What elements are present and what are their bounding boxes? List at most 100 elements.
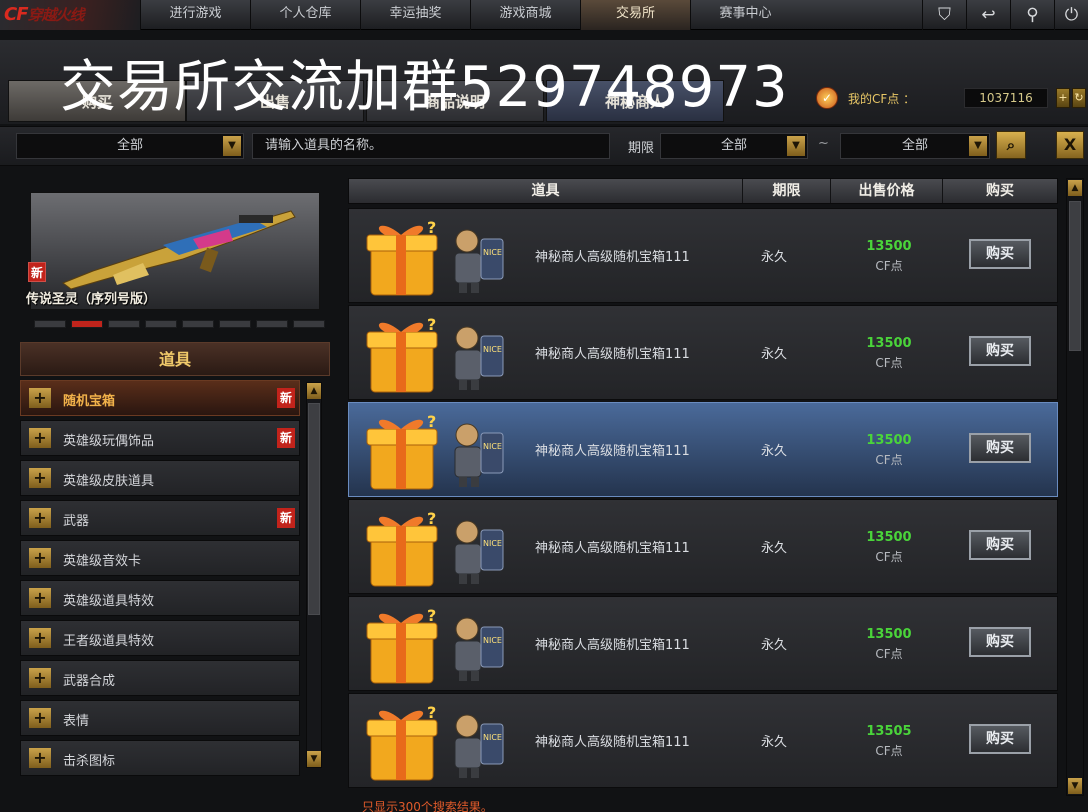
period-from-select[interactable]: 全部 ▼ (660, 133, 808, 159)
item-name: 神秘商人高级随机宝箱111 (535, 444, 690, 459)
category-item-label: 英雄级皮肤道具 (63, 474, 155, 489)
banner-page-dot[interactable] (293, 320, 325, 328)
scroll-thumb[interactable] (1069, 201, 1081, 351)
banner-page-dot[interactable] (71, 320, 103, 328)
mystery-box-image: ? NICE (366, 412, 504, 490)
category-item[interactable]: + 武器 新 (20, 500, 300, 536)
item-price: 13500 (866, 239, 912, 254)
shield-icon[interactable]: ⛉ (922, 0, 966, 30)
category-select[interactable]: 全部 ▼ (16, 133, 244, 159)
plus-icon[interactable]: + (29, 428, 51, 448)
category-item[interactable]: + 王者级道具特效 (20, 620, 300, 656)
category-item[interactable]: + 英雄级皮肤道具 (20, 460, 300, 496)
item-price: 13500 (866, 530, 912, 545)
nav-item-events[interactable]: 赛事中心 (690, 0, 800, 30)
buy-button[interactable]: 购买 (969, 336, 1031, 366)
svg-text:?: ? (427, 218, 436, 237)
category-item[interactable]: + 武器合成 (20, 660, 300, 696)
buy-button[interactable]: 购买 (969, 627, 1031, 657)
add-cf-button[interactable]: + (1056, 88, 1070, 108)
nav-item-warehouse[interactable]: 个人仓库 (250, 0, 360, 30)
table-row[interactable]: ? NICE 神秘商人高级随机宝箱111 永久 13505 CF点 购买 (348, 693, 1058, 788)
category-scrollbar[interactable]: ▲ ▼ (306, 382, 322, 768)
svg-text:?: ? (427, 606, 436, 625)
column-header-period: 期限 (743, 179, 831, 203)
item-name: 神秘商人高级随机宝箱111 (535, 638, 690, 653)
scroll-thumb[interactable] (308, 403, 320, 615)
result-limit-note: 只显示300个搜索结果。 (362, 800, 493, 812)
item-period: 永久 (761, 541, 788, 556)
plus-icon[interactable]: + (29, 388, 51, 408)
buy-button[interactable]: 购买 (969, 239, 1031, 269)
column-header-item: 道具 (349, 179, 743, 203)
scroll-down-icon[interactable]: ▼ (307, 751, 321, 767)
table-row[interactable]: ? NICE 神秘商人高级随机宝箱111 永久 13500 CF点 购买 (348, 499, 1058, 594)
banner-page-dot[interactable] (219, 320, 251, 328)
item-name: 神秘商人高级随机宝箱111 (535, 541, 690, 556)
category-item[interactable]: + 英雄级音效卡 (20, 540, 300, 576)
refresh-cf-button[interactable]: ↻ (1072, 88, 1086, 108)
buy-button[interactable]: 购买 (969, 433, 1031, 463)
search-button[interactable]: ⌕ (996, 131, 1026, 159)
wrench-icon[interactable]: ⚲ (1010, 0, 1054, 30)
search-icon: ⌕ (1006, 136, 1016, 154)
banner-page-dot[interactable] (182, 320, 214, 328)
plus-icon[interactable]: + (29, 748, 51, 768)
banner-page-dot[interactable] (34, 320, 66, 328)
category-item-label: 武器 (63, 514, 90, 529)
item-price: 13500 (866, 433, 912, 448)
nav-item-play[interactable]: 进行游戏 (140, 0, 250, 30)
banner-page-dot[interactable] (256, 320, 288, 328)
plus-icon[interactable]: + (29, 708, 51, 728)
buy-button[interactable]: 购买 (969, 724, 1031, 754)
power-icon[interactable]: ⏻ (1054, 0, 1088, 30)
plus-icon[interactable]: + (29, 668, 51, 688)
plus-icon[interactable]: + (29, 588, 51, 608)
column-header-price: 出售价格 (831, 179, 943, 203)
search-input[interactable]: 请输入道具的名称。 (252, 133, 610, 159)
item-price-unit: CF点 (875, 744, 903, 758)
svg-text:?: ? (427, 412, 436, 431)
nav-item-lucky-draw[interactable]: 幸运抽奖 (360, 0, 470, 30)
category-item[interactable]: + 随机宝箱 新 (20, 380, 300, 416)
mystery-box-image: ? NICE (366, 315, 504, 393)
item-period: 永久 (761, 444, 788, 459)
table-row[interactable]: ? NICE 神秘商人高级随机宝箱111 永久 13500 CF点 购买 (348, 402, 1058, 497)
svg-text:?: ? (427, 315, 436, 334)
nav-item-shop[interactable]: 游戏商城 (470, 0, 580, 30)
plus-icon[interactable]: + (29, 628, 51, 648)
period-to-select[interactable]: 全部 ▼ (840, 133, 990, 159)
nav-item-exchange[interactable]: 交易所 (580, 0, 690, 30)
buy-button[interactable]: 购买 (969, 530, 1031, 560)
mystery-box-image: ? NICE (366, 606, 504, 684)
range-separator: ~ (818, 136, 829, 151)
svg-text:NICE: NICE (483, 248, 502, 257)
table-scrollbar[interactable]: ▲ ▼ (1066, 178, 1084, 796)
new-badge: 新 (277, 428, 295, 448)
category-item[interactable]: + 英雄级玩偶饰品 新 (20, 420, 300, 456)
category-item[interactable]: + 英雄级道具特效 (20, 580, 300, 616)
banner-page-dot[interactable] (108, 320, 140, 328)
table-row[interactable]: ? NICE 神秘商人高级随机宝箱111 永久 13500 CF点 购买 (348, 208, 1058, 303)
cf-points-value: 1037116 (964, 88, 1048, 108)
category-item-label: 武器合成 (63, 674, 116, 689)
back-icon[interactable]: ↩ (966, 0, 1010, 30)
overlay-watermark-text: 交易所交流加群529748973 (60, 55, 789, 120)
table-row[interactable]: ? NICE 神秘商人高级随机宝箱111 永久 13500 CF点 购买 (348, 596, 1058, 691)
category-item[interactable]: + 击杀图标 (20, 740, 300, 776)
plus-icon[interactable]: + (29, 468, 51, 488)
banner-page-dot[interactable] (145, 320, 177, 328)
column-header-buy: 购买 (986, 183, 1014, 199)
category-item-label: 英雄级音效卡 (63, 554, 142, 569)
scroll-up-icon[interactable]: ▲ (307, 383, 321, 399)
period-label: 期限 (628, 141, 655, 156)
scroll-up-icon[interactable]: ▲ (1068, 180, 1082, 196)
plus-icon[interactable]: + (29, 548, 51, 568)
scroll-down-icon[interactable]: ▼ (1068, 778, 1082, 794)
category-item-label: 英雄级玩偶饰品 (63, 434, 155, 449)
category-item[interactable]: + 表情 (20, 700, 300, 736)
close-button[interactable]: X (1056, 131, 1084, 159)
plus-icon[interactable]: + (29, 508, 51, 528)
svg-text:NICE: NICE (483, 345, 502, 354)
table-row[interactable]: ? NICE 神秘商人高级随机宝箱111 永久 13500 CF点 购买 (348, 305, 1058, 400)
